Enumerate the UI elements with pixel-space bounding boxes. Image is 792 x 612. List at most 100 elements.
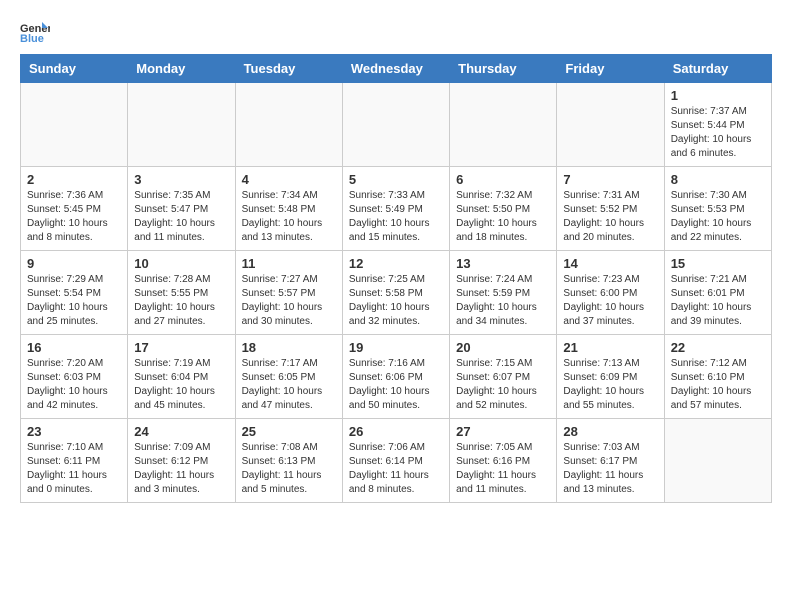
calendar-cell: 3 Sunrise: 7:35 AM Sunset: 5:47 PM Daylig… — [128, 167, 235, 251]
day-info: Sunrise: 7:36 AM Sunset: 5:45 PM Dayligh… — [27, 189, 121, 245]
calendar-cell: 11 Sunrise: 7:27 AM Sunset: 5:57 PM Dayli… — [235, 251, 342, 335]
calendar-cell — [235, 83, 342, 167]
day-number: 22 — [671, 340, 765, 355]
day-info: Sunrise: 7:03 AM Sunset: 6:17 PM Dayligh… — [563, 441, 657, 497]
day-number: 27 — [456, 424, 550, 439]
day-number: 13 — [456, 256, 550, 271]
calendar-cell: 8Sunrise: 7:30 AM Sunset: 5:53 PM Daylig… — [664, 167, 771, 251]
logo: General Blue — [20, 20, 54, 44]
day-info: Sunrise: 7:05 AM Sunset: 6:16 PM Dayligh… — [456, 441, 550, 497]
page-header: General Blue — [20, 20, 772, 44]
calendar-week-3: 16Sunrise: 7:20 AM Sunset: 6:03 PM Dayli… — [21, 335, 772, 419]
day-number: 9 — [27, 256, 121, 271]
day-info: Sunrise: 7:06 AM Sunset: 6:14 PM Dayligh… — [349, 441, 443, 497]
calendar-cell: 9 Sunrise: 7:29 AM Sunset: 5:54 PM Daylig… — [21, 251, 128, 335]
weekday-header-friday: Friday — [557, 55, 664, 83]
day-number: 25 — [242, 424, 336, 439]
day-info: Sunrise: 7:37 AM Sunset: 5:44 PM Dayligh… — [671, 105, 765, 161]
day-number: 24 — [134, 424, 228, 439]
day-info: Sunrise: 7:29 AM Sunset: 5:54 PM Dayligh… — [27, 273, 121, 329]
calendar-cell: 14 Sunrise: 7:23 AM Sunset: 6:00 PM Dayli… — [557, 251, 664, 335]
day-info: Sunrise: 7:16 AM Sunset: 6:06 PM Dayligh… — [349, 357, 443, 413]
calendar-week-4: 23 Sunrise: 7:10 AM Sunset: 6:11 PM Dayli… — [21, 419, 772, 503]
calendar-week-1: 2 Sunrise: 7:36 AM Sunset: 5:45 PM Daylig… — [21, 167, 772, 251]
calendar-cell: 13 Sunrise: 7:24 AM Sunset: 5:59 PM Dayli… — [450, 251, 557, 335]
day-info: Sunrise: 7:13 AM Sunset: 6:09 PM Dayligh… — [563, 357, 657, 413]
calendar-cell — [128, 83, 235, 167]
calendar-cell: 19 Sunrise: 7:16 AM Sunset: 6:06 PM Dayli… — [342, 335, 449, 419]
calendar-cell — [664, 419, 771, 503]
day-number: 20 — [456, 340, 550, 355]
calendar-cell: 22 Sunrise: 7:12 AM Sunset: 6:10 PM Dayli… — [664, 335, 771, 419]
calendar-cell: 15 Sunrise: 7:21 AM Sunset: 6:01 PM Dayli… — [664, 251, 771, 335]
calendar-cell: 7 Sunrise: 7:31 AM Sunset: 5:52 PM Daylig… — [557, 167, 664, 251]
weekday-header-saturday: Saturday — [664, 55, 771, 83]
calendar-header-row: SundayMondayTuesdayWednesdayThursdayFrid… — [21, 55, 772, 83]
weekday-header-sunday: Sunday — [21, 55, 128, 83]
calendar-cell — [21, 83, 128, 167]
day-number: 4 — [242, 172, 336, 187]
calendar-cell — [557, 83, 664, 167]
calendar-cell: 26 Sunrise: 7:06 AM Sunset: 6:14 PM Dayli… — [342, 419, 449, 503]
calendar-cell — [450, 83, 557, 167]
day-info: Sunrise: 7:28 AM Sunset: 5:55 PM Dayligh… — [134, 273, 228, 329]
day-number: 23 — [27, 424, 121, 439]
day-info: Sunrise: 7:10 AM Sunset: 6:11 PM Dayligh… — [27, 441, 121, 497]
calendar-cell: 5 Sunrise: 7:33 AM Sunset: 5:49 PM Daylig… — [342, 167, 449, 251]
calendar-week-2: 9 Sunrise: 7:29 AM Sunset: 5:54 PM Daylig… — [21, 251, 772, 335]
day-info: Sunrise: 7:33 AM Sunset: 5:49 PM Dayligh… — [349, 189, 443, 245]
day-number: 26 — [349, 424, 443, 439]
weekday-header-thursday: Thursday — [450, 55, 557, 83]
day-number: 12 — [349, 256, 443, 271]
calendar-cell: 16Sunrise: 7:20 AM Sunset: 6:03 PM Dayli… — [21, 335, 128, 419]
day-number: 5 — [349, 172, 443, 187]
day-info: Sunrise: 7:35 AM Sunset: 5:47 PM Dayligh… — [134, 189, 228, 245]
day-info: Sunrise: 7:27 AM Sunset: 5:57 PM Dayligh… — [242, 273, 336, 329]
day-info: Sunrise: 7:19 AM Sunset: 6:04 PM Dayligh… — [134, 357, 228, 413]
calendar-cell: 2 Sunrise: 7:36 AM Sunset: 5:45 PM Daylig… — [21, 167, 128, 251]
calendar-cell: 21Sunrise: 7:13 AM Sunset: 6:09 PM Dayli… — [557, 335, 664, 419]
day-info: Sunrise: 7:12 AM Sunset: 6:10 PM Dayligh… — [671, 357, 765, 413]
day-number: 1 — [671, 88, 765, 103]
day-number: 18 — [242, 340, 336, 355]
calendar-cell: 1 Sunrise: 7:37 AM Sunset: 5:44 PM Daylig… — [664, 83, 771, 167]
day-info: Sunrise: 7:31 AM Sunset: 5:52 PM Dayligh… — [563, 189, 657, 245]
logo-icon: General Blue — [20, 20, 50, 44]
calendar-cell: 24 Sunrise: 7:09 AM Sunset: 6:12 PM Dayli… — [128, 419, 235, 503]
day-number: 17 — [134, 340, 228, 355]
day-number: 10 — [134, 256, 228, 271]
calendar-cell: 28 Sunrise: 7:03 AM Sunset: 6:17 PM Dayli… — [557, 419, 664, 503]
day-number: 16 — [27, 340, 121, 355]
day-number: 3 — [134, 172, 228, 187]
calendar-cell: 17 Sunrise: 7:19 AM Sunset: 6:04 PM Dayli… — [128, 335, 235, 419]
day-number: 19 — [349, 340, 443, 355]
calendar-cell: 27 Sunrise: 7:05 AM Sunset: 6:16 PM Dayli… — [450, 419, 557, 503]
weekday-header-monday: Monday — [128, 55, 235, 83]
day-info: Sunrise: 7:15 AM Sunset: 6:07 PM Dayligh… — [456, 357, 550, 413]
day-number: 7 — [563, 172, 657, 187]
day-number: 15 — [671, 256, 765, 271]
day-info: Sunrise: 7:09 AM Sunset: 6:12 PM Dayligh… — [134, 441, 228, 497]
calendar-cell: 23 Sunrise: 7:10 AM Sunset: 6:11 PM Dayli… — [21, 419, 128, 503]
calendar-cell: 25 Sunrise: 7:08 AM Sunset: 6:13 PM Dayli… — [235, 419, 342, 503]
calendar-cell: 4 Sunrise: 7:34 AM Sunset: 5:48 PM Daylig… — [235, 167, 342, 251]
calendar-table: SundayMondayTuesdayWednesdayThursdayFrid… — [20, 54, 772, 503]
calendar-cell: 20 Sunrise: 7:15 AM Sunset: 6:07 PM Dayli… — [450, 335, 557, 419]
day-info: Sunrise: 7:21 AM Sunset: 6:01 PM Dayligh… — [671, 273, 765, 329]
day-info: Sunrise: 7:32 AM Sunset: 5:50 PM Dayligh… — [456, 189, 550, 245]
calendar-cell — [342, 83, 449, 167]
day-number: 14 — [563, 256, 657, 271]
calendar-cell: 6 Sunrise: 7:32 AM Sunset: 5:50 PM Daylig… — [450, 167, 557, 251]
day-info: Sunrise: 7:34 AM Sunset: 5:48 PM Dayligh… — [242, 189, 336, 245]
calendar-cell: 10 Sunrise: 7:28 AM Sunset: 5:55 PM Dayli… — [128, 251, 235, 335]
day-info: Sunrise: 7:24 AM Sunset: 5:59 PM Dayligh… — [456, 273, 550, 329]
day-info: Sunrise: 7:23 AM Sunset: 6:00 PM Dayligh… — [563, 273, 657, 329]
day-number: 11 — [242, 256, 336, 271]
day-number: 6 — [456, 172, 550, 187]
day-info: Sunrise: 7:25 AM Sunset: 5:58 PM Dayligh… — [349, 273, 443, 329]
calendar-week-0: 1 Sunrise: 7:37 AM Sunset: 5:44 PM Daylig… — [21, 83, 772, 167]
day-info: Sunrise: 7:08 AM Sunset: 6:13 PM Dayligh… — [242, 441, 336, 497]
day-number: 28 — [563, 424, 657, 439]
weekday-header-wednesday: Wednesday — [342, 55, 449, 83]
day-number: 2 — [27, 172, 121, 187]
